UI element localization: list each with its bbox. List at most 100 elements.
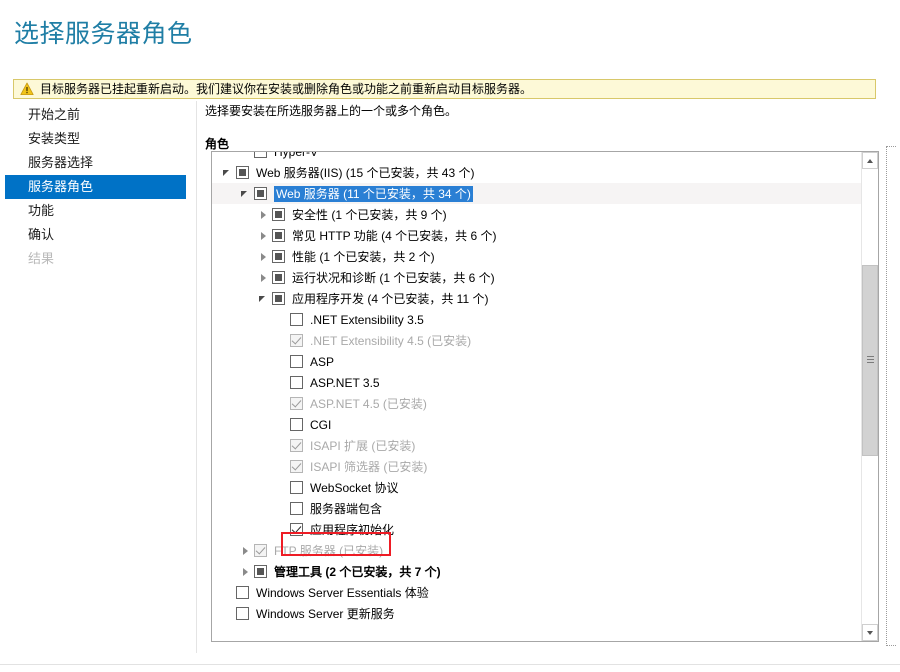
expander-placeholder xyxy=(274,519,290,540)
tree-row[interactable]: Hyper-V xyxy=(212,152,861,162)
tree-row-label: 应用程序开发 (4 个已安装，共 11 个) xyxy=(292,291,489,306)
role-checkbox[interactable] xyxy=(236,607,249,620)
tree-row[interactable]: 应用程序开发 (4 个已安装，共 11 个) xyxy=(212,288,861,309)
tree-row[interactable]: ASP xyxy=(212,351,861,372)
chevron-up-icon xyxy=(867,159,873,163)
tree-row[interactable]: ASP.NET 4.5 (已安装) xyxy=(212,393,861,414)
wizard-steps-nav: 开始之前 安装类型 服务器选择 服务器角色 功能 确认结果 xyxy=(0,103,190,271)
expander-placeholder xyxy=(274,414,290,435)
tree-row[interactable]: .NET Extensibility 3.5 xyxy=(212,309,861,330)
tree-row-label: Hyper-V xyxy=(274,152,318,159)
tree-row-label: Windows Server Essentials 体验 xyxy=(256,585,429,600)
role-checkbox[interactable] xyxy=(236,586,249,599)
tree-row-label: ASP.NET 3.5 xyxy=(310,375,380,390)
scrollbar-grip-icon xyxy=(867,356,874,365)
tree-row[interactable]: 安全性 (1 个已安装，共 9 个) xyxy=(212,204,861,225)
tree-row[interactable]: ISAPI 筛选器 (已安装) xyxy=(212,456,861,477)
tree-row[interactable]: Web 服务器(IIS) (15 个已安装，共 43 个) xyxy=(212,162,861,183)
tree-row[interactable]: 常见 HTTP 功能 (4 个已安装，共 6 个) xyxy=(212,225,861,246)
focus-outline xyxy=(886,146,896,646)
tree-row-label: ASP xyxy=(310,354,335,369)
sidebar-item-2[interactable]: 服务器选择 xyxy=(0,151,190,175)
role-checkbox[interactable] xyxy=(254,187,267,200)
tree-row[interactable]: ASP.NET 3.5 xyxy=(212,372,861,393)
tree-row-label: 服务器端包含 xyxy=(310,501,383,516)
role-checkbox[interactable] xyxy=(290,523,303,536)
scroll-up-button[interactable] xyxy=(862,152,878,169)
sidebar-item-3[interactable]: 服务器角色 xyxy=(5,175,186,199)
sidebar-item-1[interactable]: 安装类型 xyxy=(0,127,190,151)
tree-row[interactable]: 性能 (1 个已安装，共 2 个) xyxy=(212,246,861,267)
role-checkbox[interactable] xyxy=(290,481,303,494)
tree-row[interactable]: 服务器端包含 xyxy=(212,498,861,519)
role-checkbox[interactable] xyxy=(290,355,303,368)
roles-tree-scrollbar[interactable] xyxy=(861,152,878,641)
tree-row-label: FTP 服务器 (已安装) xyxy=(274,543,384,558)
tree-row[interactable]: 运行状况和诊断 (1 个已安装，共 6 个) xyxy=(212,267,861,288)
role-checkbox[interactable] xyxy=(290,418,303,431)
roles-tree-panel[interactable]: Hyper-V Web 服务器(IIS) (15 个已安装，共 43 个) Web … xyxy=(211,151,879,642)
roles-tree-list: Hyper-V Web 服务器(IIS) (15 个已安装，共 43 个) Web … xyxy=(212,152,861,624)
sidebar-item-6: 结果 xyxy=(28,251,55,266)
expander-expanded-icon[interactable] xyxy=(238,183,254,204)
tree-row-label: .NET Extensibility 3.5 xyxy=(310,312,424,327)
role-checkbox xyxy=(290,439,303,452)
expander-expanded-icon[interactable] xyxy=(220,162,236,183)
tree-row[interactable]: WebSocket 协议 xyxy=(212,477,861,498)
tree-row[interactable]: 管理工具 (2 个已安装，共 7 个) xyxy=(212,561,861,582)
sidebar-item-4[interactable]: 功能 xyxy=(0,199,190,223)
chevron-down-icon xyxy=(867,631,873,635)
expander-collapsed-icon[interactable] xyxy=(256,267,272,288)
expander-expanded-icon[interactable] xyxy=(256,288,272,309)
tree-row-label: 应用程序初始化 xyxy=(310,522,395,537)
expander-placeholder xyxy=(274,456,290,477)
role-checkbox[interactable] xyxy=(254,565,267,578)
tree-row[interactable]: Windows Server Essentials 体验 xyxy=(212,582,861,603)
role-checkbox[interactable] xyxy=(272,250,285,263)
role-checkbox[interactable] xyxy=(236,166,249,179)
role-checkbox[interactable] xyxy=(290,313,303,326)
tree-row[interactable]: Web 服务器 (11 个已安装，共 34 个) xyxy=(212,183,861,204)
role-checkbox[interactable] xyxy=(272,229,285,242)
role-checkbox[interactable] xyxy=(254,152,267,158)
sidebar-item-0[interactable]: 开始之前 xyxy=(0,103,190,127)
role-checkbox xyxy=(290,334,303,347)
tree-row[interactable]: CGI xyxy=(212,414,861,435)
role-checkbox[interactable] xyxy=(272,271,285,284)
tree-row[interactable]: Windows Server 更新服务 xyxy=(212,603,861,624)
tree-row[interactable]: ISAPI 扩展 (已安装) xyxy=(212,435,861,456)
expander-collapsed-icon[interactable] xyxy=(256,204,272,225)
scroll-down-button[interactable] xyxy=(862,624,878,641)
page-title: 选择服务器角色 xyxy=(14,20,193,48)
role-checkbox[interactable] xyxy=(272,292,285,305)
tree-row-label: 安全性 (1 个已安装，共 9 个) xyxy=(292,207,447,222)
role-checkbox[interactable] xyxy=(290,502,303,515)
expander-collapsed-icon[interactable] xyxy=(256,246,272,267)
tree-row[interactable]: FTP 服务器 (已安装) xyxy=(212,540,861,561)
tree-row[interactable]: 应用程序初始化 xyxy=(212,519,861,540)
tree-row[interactable]: .NET Extensibility 4.5 (已安装) xyxy=(212,330,861,351)
expander-collapsed-icon[interactable] xyxy=(238,540,254,561)
expander-placeholder xyxy=(274,309,290,330)
scrollbar-thumb[interactable] xyxy=(862,264,878,456)
role-checkbox xyxy=(254,544,267,557)
role-checkbox[interactable] xyxy=(290,376,303,389)
expander-placeholder xyxy=(274,477,290,498)
role-checkbox xyxy=(290,460,303,473)
expander-collapsed-icon[interactable] xyxy=(238,561,254,582)
role-checkbox[interactable] xyxy=(272,208,285,221)
sidebar-item-5[interactable]: 确认 xyxy=(0,223,190,247)
expander-collapsed-icon[interactable] xyxy=(256,225,272,246)
